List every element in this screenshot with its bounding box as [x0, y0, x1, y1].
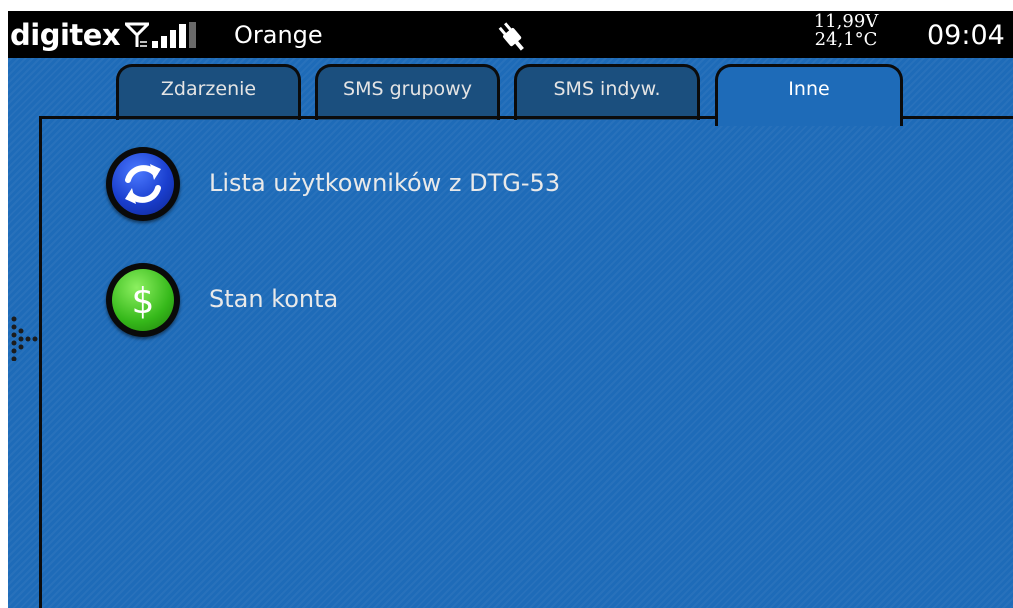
side-handle-icon[interactable] [9, 315, 39, 361]
power-readings: 11,99V 24,1°C [813, 13, 879, 49]
brand-logo: digitex [10, 18, 121, 52]
refresh-button-frame [106, 147, 180, 221]
status-bar: digitex Orange 11,99V 24,1°C 09:04 [8, 11, 1013, 58]
menu-item-account-balance[interactable]: $ Stan konta [106, 263, 666, 337]
device-screen: digitex Orange 11,99V 24,1°C 09:04 Zdarz… [8, 11, 1013, 608]
dollar-icon: $ [132, 281, 155, 322]
carrier-name: Orange [234, 21, 323, 49]
menu-item-label: Lista użytkowników z DTG-53 [209, 169, 561, 197]
antenna-icon [125, 22, 149, 47]
menu-item-users-list[interactable]: Lista użytkowników z DTG-53 [106, 147, 666, 221]
dollar-button-frame: $ [106, 263, 180, 337]
dollar-icon-bg: $ [112, 269, 174, 331]
panel-border [39, 116, 42, 608]
menu-item-label: Stan konta [209, 285, 339, 313]
clock: 09:04 [927, 20, 1005, 51]
panel-border [39, 116, 717, 119]
panel-border [900, 116, 1013, 119]
signal-strength-icon [152, 22, 196, 48]
tab-zdarzenie[interactable]: Zdarzenie [116, 64, 301, 120]
tab-sms-indyw[interactable]: SMS indyw. [514, 64, 700, 120]
tab-sms-grupowy[interactable]: SMS grupowy [315, 64, 500, 120]
refresh-icon-bg [112, 153, 174, 215]
svg-text:$: $ [132, 281, 155, 322]
refresh-icon [125, 164, 161, 204]
tab-inne[interactable]: Inne [715, 64, 903, 126]
temperature-readout: 24,1°C [814, 29, 878, 50]
power-plug-icon [498, 22, 524, 51]
